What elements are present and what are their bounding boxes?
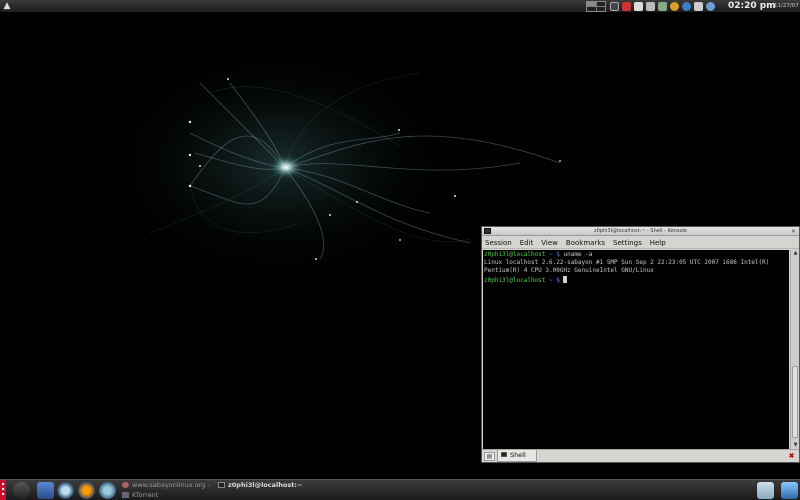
browser-icon [122, 482, 129, 488]
desktop-icon[interactable] [37, 482, 54, 499]
konsole-window[interactable]: z0phi3l@localhost:~ - Shell - Konsole ✕ … [481, 226, 800, 463]
trash-icon[interactable] [781, 482, 798, 499]
taskbar-item-label: www.sabayonlinux.org - [132, 481, 210, 489]
tab-label: Shell [510, 451, 526, 459]
taskbar-item-label: KTorrent [132, 491, 159, 499]
pager-desktop-1[interactable] [587, 2, 596, 6]
bottom-panel: ▪ ▪ ▪ www.sabayonlinux.org - KTorrent z0ph… [0, 479, 800, 500]
konsole-menubar: Session Edit View Bookmarks Settings Hel… [482, 237, 799, 249]
mail-icon[interactable] [622, 2, 631, 11]
menu-session[interactable]: Session [482, 237, 516, 248]
arrow-icon[interactable]: ▲ [2, 1, 12, 12]
globe-icon[interactable] [682, 2, 691, 11]
terminal-output-line: Pentium(R) 4 CPU 3.00GHz GenuineIntel GN… [484, 267, 654, 275]
display-icon[interactable] [610, 2, 619, 11]
system-tray [610, 1, 715, 12]
clipboard-icon[interactable] [634, 2, 643, 11]
tab-shell[interactable]: Shell [497, 450, 537, 462]
menu-help[interactable]: Help [646, 237, 670, 248]
konqueror-icon[interactable] [57, 482, 74, 499]
menu-edit[interactable]: Edit [516, 237, 538, 248]
konsole-titlebar[interactable]: z0phi3l@localhost:~ - Shell - Konsole ✕ [482, 227, 799, 236]
menu-bookmarks[interactable]: Bookmarks [562, 237, 609, 248]
taskbar-item-label: z0phi3l@localhost:~ [228, 481, 303, 489]
terminal-command: uname -a [563, 251, 593, 258]
close-tab-icon[interactable]: ✖ [786, 452, 797, 461]
window-title: z0phi3l@localhost:~ - Shell - Konsole [594, 228, 687, 234]
terminal-icon [501, 452, 507, 457]
top-panel: ▲ 02:20 pm 11/27/07 [0, 0, 800, 13]
konsole-tabbar: ▤ Shell ✖ [482, 449, 799, 462]
prompt-path: ~ $ [545, 251, 564, 258]
scroll-down-icon[interactable]: ▼ [791, 442, 800, 449]
pager-desktop-2[interactable] [596, 2, 605, 6]
menu-settings[interactable]: Settings [609, 237, 646, 248]
taskbar-item-ktorrent[interactable]: KTorrent [122, 491, 158, 500]
clock-time[interactable]: 02:20 pm [728, 0, 776, 13]
close-icon[interactable]: ✕ [790, 228, 797, 235]
prompt-user: z0phi3l@localhost [484, 276, 546, 284]
prompt-user: z0phi3l@localhost [484, 251, 546, 258]
ktorrent-icon [122, 492, 129, 498]
speaker-icon[interactable] [694, 2, 703, 11]
firefox-icon[interactable] [78, 482, 95, 499]
desktop-pager[interactable] [586, 1, 606, 12]
terminal-cursor [563, 275, 568, 283]
terminal-output-line: Linux localhost 2.6.22-sabayon #1 SMP Su… [484, 259, 770, 267]
clock-date[interactable]: 11/27/07 [774, 0, 799, 13]
new-tab-button[interactable]: ▤ [484, 452, 495, 461]
info-icon[interactable] [706, 2, 715, 11]
prompt-path: ~ $ [545, 276, 564, 284]
scroll-up-icon[interactable]: ▲ [791, 250, 800, 257]
network-icon[interactable] [99, 482, 116, 499]
pen-icon[interactable] [646, 2, 655, 11]
taskbar-item-konsole[interactable]: z0phi3l@localhost:~ [218, 481, 302, 490]
k-menu-button[interactable]: ▪ ▪ ▪ [0, 480, 6, 500]
terminal-icon [218, 482, 225, 488]
scrollbar-thumb[interactable] [792, 366, 798, 438]
network-icon[interactable] [658, 2, 667, 11]
kmix-icon[interactable] [757, 482, 774, 499]
terminal-area[interactable]: z0phi3l@localhost ~ $ uname -a Linux loc… [483, 250, 789, 449]
pager-desktop-4[interactable] [596, 7, 605, 11]
pager-desktop-3[interactable] [587, 7, 596, 11]
taskbar-item-browser[interactable]: www.sabayonlinux.org - [122, 481, 210, 490]
sabayon-icon[interactable] [13, 482, 30, 499]
updater-icon[interactable] [670, 2, 679, 11]
terminal-scrollbar[interactable]: ▲ ▼ [790, 250, 799, 449]
menu-view[interactable]: View [537, 237, 562, 248]
